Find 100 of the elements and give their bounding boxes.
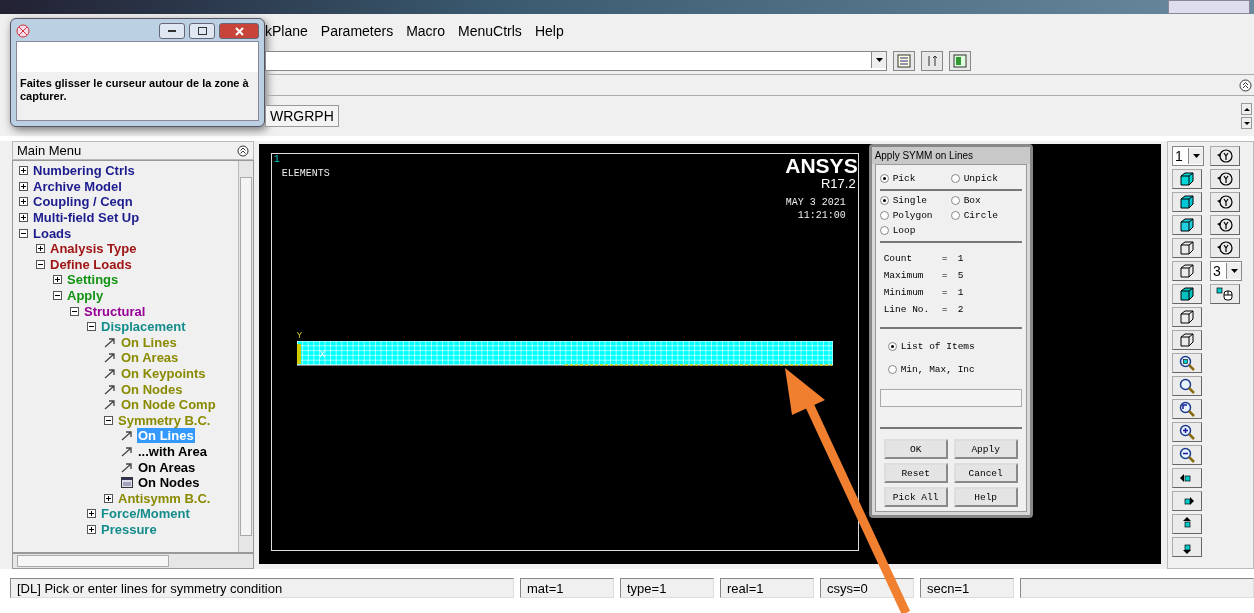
radio-label[interactable]: Loop (892, 225, 916, 236)
dialog-button[interactable]: Help (953, 487, 1018, 507)
menu-tree-item[interactable]: On Areas (137, 459, 197, 475)
dialog-button[interactable]: OK (883, 439, 948, 459)
menu-tree-item[interactable]: Loads (32, 225, 73, 241)
menu-tree-item[interactable]: Numbering Ctrls (32, 163, 136, 179)
maximize-button[interactable] (189, 23, 215, 39)
menu-tree-item[interactable]: Structural (83, 303, 147, 319)
radio-button[interactable] (879, 226, 889, 235)
rotate-button[interactable] (1210, 238, 1241, 258)
menu-item[interactable]: MenuCtrls (458, 21, 522, 41)
expand-icon[interactable] (104, 493, 113, 503)
expand-icon[interactable] (19, 166, 28, 176)
view-button[interactable] (1172, 307, 1203, 327)
radio-label[interactable]: List of Items (900, 341, 975, 352)
collapse-icon[interactable] (70, 306, 79, 316)
view-button[interactable] (1172, 468, 1203, 488)
radio-label[interactable]: Box (963, 195, 981, 206)
menu-tree-item[interactable]: Force/Moment (100, 506, 191, 522)
collapse-icon[interactable] (19, 228, 28, 238)
view-button[interactable] (1172, 192, 1203, 212)
menu-tree-item[interactable]: Multi-field Set Up (32, 210, 141, 226)
expand-icon[interactable] (19, 181, 28, 191)
rotate-button[interactable] (1210, 215, 1241, 235)
expand-icon[interactable] (53, 275, 62, 285)
menu-tree-item[interactable]: Apply (66, 288, 105, 304)
radio-button[interactable] (950, 211, 960, 220)
radio-label[interactable]: Circle (963, 210, 998, 221)
menu-item[interactable]: Help (534, 21, 564, 41)
radio-button[interactable] (879, 196, 889, 205)
expand-icon[interactable] (87, 509, 96, 519)
toolbar-button[interactable]: WRGRPH (265, 105, 339, 127)
view-button[interactable] (1172, 353, 1203, 373)
view-button[interactable] (1172, 514, 1203, 534)
collapse-icon[interactable] (53, 291, 62, 301)
radio-button[interactable] (879, 174, 889, 183)
menu-tree-item[interactable]: Displacement (100, 319, 187, 335)
menu-tree-item[interactable]: On Nodes (137, 475, 201, 491)
menu-tree-item[interactable]: Define Loads (49, 256, 133, 272)
expand-icon[interactable] (19, 213, 28, 223)
view-button[interactable] (1172, 399, 1203, 419)
toolbar-button[interactable] (949, 51, 971, 71)
collapse-icon[interactable] (1239, 78, 1252, 92)
menu-tree-item[interactable]: ...with Area (137, 444, 208, 459)
collapse-icon[interactable] (104, 415, 113, 425)
minimize-button[interactable] (159, 23, 185, 39)
menu-item[interactable]: Macro (406, 21, 446, 41)
menu-item[interactable]: Parameters (320, 21, 394, 41)
menu-tree-item[interactable]: Coupling / Ceqn (32, 194, 134, 210)
view-button[interactable] (1172, 238, 1203, 258)
view-button[interactable] (1172, 376, 1203, 396)
toolbar-button[interactable] (893, 51, 915, 71)
vertical-scrollbar[interactable] (237, 161, 253, 552)
view-button[interactable] (1210, 284, 1241, 304)
view-button[interactable] (1172, 422, 1203, 442)
menu-tree-item[interactable]: Archive Model (32, 178, 123, 194)
expand-icon[interactable] (36, 244, 45, 254)
view-button[interactable] (1172, 491, 1203, 511)
collapse-icon[interactable] (36, 259, 45, 269)
view-button[interactable] (1172, 330, 1203, 350)
radio-label[interactable]: Min, Max, Inc (900, 364, 975, 375)
view-button[interactable] (1172, 215, 1203, 235)
rate-dropdown[interactable]: 3 (1210, 261, 1243, 281)
view-button[interactable] (1172, 261, 1203, 281)
radio-button[interactable] (950, 174, 960, 183)
dialog-button[interactable]: Cancel (953, 463, 1018, 483)
toolbar-button[interactable] (921, 51, 943, 71)
expand-icon[interactable] (19, 197, 28, 207)
menu-tree-item[interactable]: Settings (66, 272, 120, 288)
horizontal-scrollbar[interactable] (12, 553, 254, 569)
input-field[interactable] (879, 389, 1022, 407)
menu-item[interactable]: kPlane (265, 21, 308, 41)
scroll-up-button[interactable] (1241, 103, 1252, 115)
command-input-field[interactable] (265, 51, 887, 71)
rotate-button[interactable] (1210, 169, 1241, 189)
view-button[interactable] (1172, 284, 1203, 304)
view-button[interactable] (1172, 445, 1203, 465)
scroll-down-button[interactable] (1241, 117, 1252, 129)
dialog-button[interactable]: Pick All (883, 487, 948, 507)
radio-button[interactable] (887, 365, 897, 374)
dialog-button[interactable]: Apply (953, 439, 1018, 459)
view-button[interactable] (1172, 169, 1203, 189)
radio-button[interactable] (887, 342, 897, 351)
radio-label[interactable]: Polygon (892, 210, 933, 221)
close-button[interactable] (219, 23, 259, 39)
menu-tree-item[interactable]: Analysis Type (49, 241, 138, 257)
radio-button[interactable] (950, 196, 960, 205)
collapse-icon[interactable] (236, 144, 249, 157)
rotate-button[interactable] (1210, 146, 1241, 166)
radio-button[interactable] (879, 211, 889, 220)
dialog-button[interactable]: Reset (883, 463, 948, 483)
radio-label[interactable]: Pick (892, 173, 916, 184)
view-button[interactable] (1172, 537, 1203, 557)
radio-label[interactable]: Unpick (963, 173, 998, 184)
radio-label[interactable]: Single (892, 195, 927, 206)
expand-icon[interactable] (87, 524, 96, 534)
menu-tree-item[interactable]: Pressure (100, 521, 158, 537)
collapse-icon[interactable] (87, 322, 96, 332)
window-dropdown[interactable]: 1 (1172, 146, 1205, 166)
rotate-button[interactable] (1210, 192, 1241, 212)
